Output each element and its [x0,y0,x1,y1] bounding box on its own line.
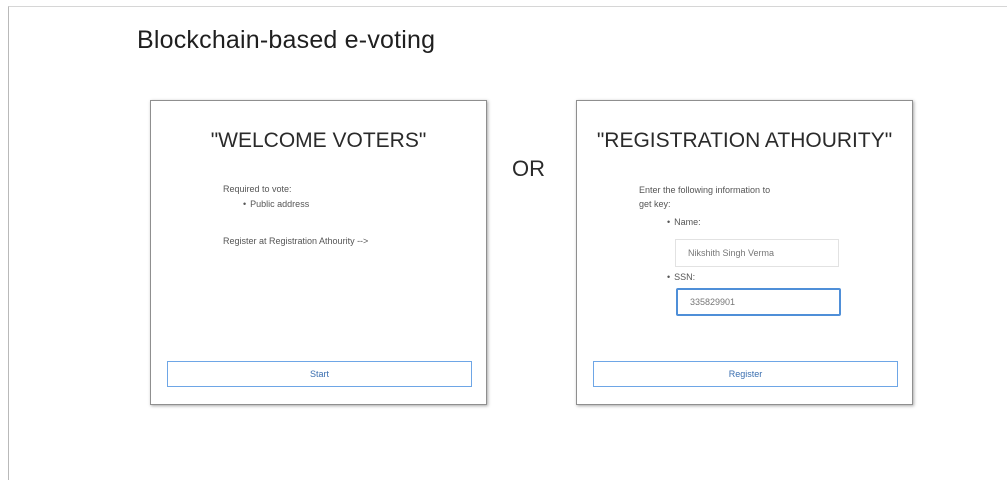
voter-card: "WELCOME VOTERS" Required to vote: Publi… [150,100,487,405]
or-separator: OR [512,156,545,181]
ssn-field[interactable]: 335829901 [676,288,841,316]
registration-card-title: "REGISTRATION ATHOURITY" [596,129,893,152]
name-label: Name: [667,217,701,227]
register-hint: Register at Registration Athourity --> [223,236,369,246]
registration-card: "REGISTRATION ATHOURITY" Enter the follo… [576,100,913,405]
registration-instructions-line1: Enter the following information to [639,185,771,195]
ssn-label-text: SSN: [674,272,696,282]
required-item-public-address: Public address [243,199,309,209]
register-button[interactable]: Register [593,361,898,387]
ssn-label: SSN: [667,272,695,282]
start-button[interactable]: Start [167,361,472,387]
required-label: Required to vote: [223,184,292,194]
name-field[interactable]: Nikshith Singh Verma [675,239,839,267]
voter-card-title: "WELCOME VOTERS" [210,129,427,152]
name-label-text: Name: [674,217,701,227]
app-title: Blockchain-based e-voting [137,26,436,54]
required-item-label: Public address [250,199,310,209]
registration-instructions-line2: get key: [639,199,671,209]
